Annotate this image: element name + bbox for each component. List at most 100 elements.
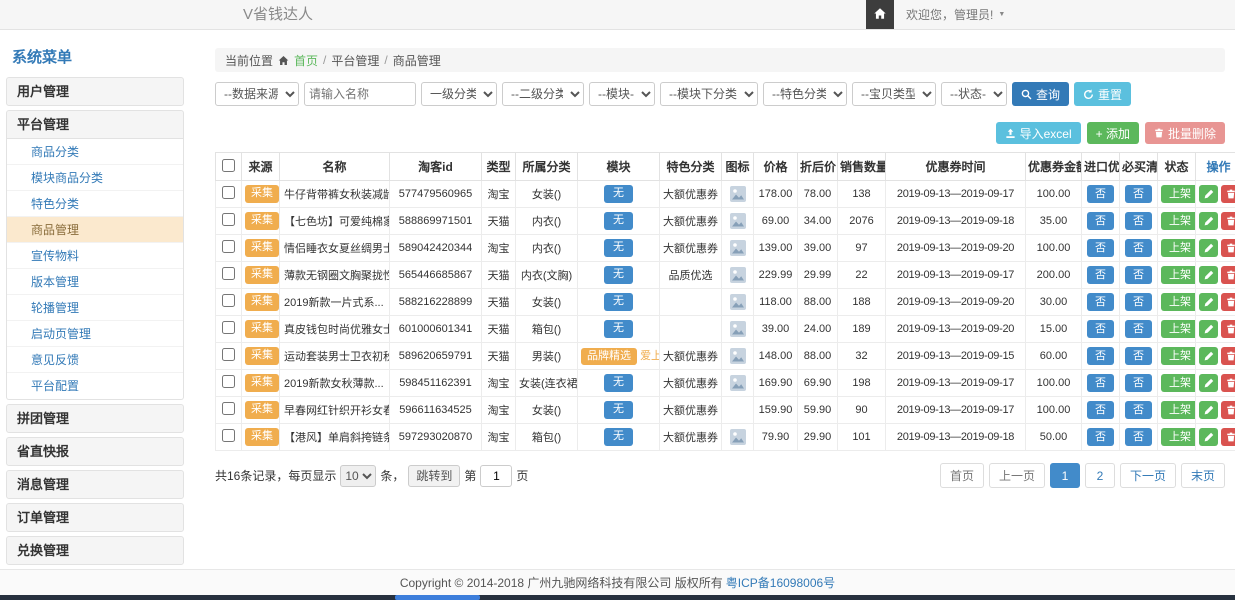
delete-button[interactable] (1221, 320, 1235, 338)
sidebar-group-platform-management[interactable]: 平台管理 (6, 110, 184, 139)
sidebar-item-version-management[interactable]: 版本管理 (7, 269, 183, 295)
next-page-button[interactable]: 下一页 (1120, 463, 1176, 488)
status-toggle[interactable]: 上架 (1161, 401, 1196, 419)
sidebar-item-product-management[interactable]: 商品管理 (7, 217, 183, 243)
page-1-button[interactable]: 1 (1050, 463, 1080, 488)
delete-button[interactable] (1221, 266, 1235, 284)
sidebar-group-exchange-management[interactable]: 兑换管理 (6, 536, 184, 565)
edit-button[interactable] (1199, 428, 1218, 446)
sidebar-group-user-management[interactable]: 用户管理 (6, 77, 184, 106)
icp-link[interactable]: 粤ICP备16098006号 (726, 574, 835, 591)
data-source-filter[interactable]: --数据来源-- (215, 82, 299, 106)
sidebar-item-platform-config[interactable]: 平台配置 (7, 373, 183, 399)
import-excel-button[interactable]: 导入excel (996, 122, 1081, 144)
row-checkbox[interactable] (222, 267, 235, 280)
import-select-toggle[interactable]: 否 (1087, 239, 1114, 257)
item-type-filter[interactable]: --宝贝类型-- (852, 82, 936, 106)
delete-button[interactable] (1221, 293, 1235, 311)
must-buy-toggle[interactable]: 否 (1125, 428, 1152, 446)
sidebar-group-message-management[interactable]: 消息管理 (6, 470, 184, 499)
status-toggle[interactable]: 上架 (1161, 239, 1196, 257)
edit-button[interactable] (1199, 401, 1218, 419)
delete-button[interactable] (1221, 374, 1235, 392)
import-select-toggle[interactable]: 否 (1087, 320, 1114, 338)
select-all-checkbox[interactable] (222, 159, 235, 172)
breadcrumb-home-link[interactable]: 首页 (294, 52, 318, 69)
import-select-toggle[interactable]: 否 (1087, 347, 1114, 365)
status-toggle[interactable]: 上架 (1161, 185, 1196, 203)
status-toggle[interactable]: 上架 (1161, 428, 1196, 446)
import-select-toggle[interactable]: 否 (1087, 401, 1114, 419)
status-toggle[interactable]: 上架 (1161, 212, 1196, 230)
status-filter[interactable]: --状态-- (941, 82, 1007, 106)
home-button[interactable] (866, 0, 894, 29)
edit-button[interactable] (1199, 185, 1218, 203)
sidebar-item-splash-page-management[interactable]: 启动页管理 (7, 321, 183, 347)
delete-button[interactable] (1221, 212, 1235, 230)
delete-button[interactable] (1221, 401, 1235, 419)
scrollbar-thumb[interactable] (395, 595, 480, 600)
sidebar-item-product-category[interactable]: 商品分类 (7, 139, 183, 165)
row-checkbox[interactable] (222, 402, 235, 415)
status-toggle[interactable]: 上架 (1161, 374, 1196, 392)
name-input[interactable] (304, 82, 416, 106)
module-sub-category-filter[interactable]: --模块下分类-- (660, 82, 758, 106)
featured-category-filter[interactable]: --特色分类-- (763, 82, 847, 106)
sidebar-item-feedback[interactable]: 意见反馈 (7, 347, 183, 373)
sidebar-group-group-buy-management[interactable]: 拼团管理 (6, 404, 184, 433)
jump-button[interactable]: 跳转到 (408, 465, 460, 487)
sidebar-item-carousel-management[interactable]: 轮播管理 (7, 295, 183, 321)
sidebar-item-module-product-category[interactable]: 模块商品分类 (7, 165, 183, 191)
edit-button[interactable] (1199, 293, 1218, 311)
import-select-toggle[interactable]: 否 (1087, 428, 1114, 446)
must-buy-toggle[interactable]: 否 (1125, 320, 1152, 338)
edit-button[interactable] (1199, 374, 1218, 392)
must-buy-toggle[interactable]: 否 (1125, 374, 1152, 392)
last-page-button[interactable]: 末页 (1181, 463, 1225, 488)
import-select-toggle[interactable]: 否 (1087, 374, 1114, 392)
status-toggle[interactable]: 上架 (1161, 293, 1196, 311)
row-checkbox[interactable] (222, 186, 235, 199)
status-toggle[interactable]: 上架 (1161, 320, 1196, 338)
row-checkbox[interactable] (222, 294, 235, 307)
add-button[interactable]: + 添加 (1087, 122, 1139, 144)
edit-button[interactable] (1199, 347, 1218, 365)
level1-category-filter[interactable]: 一级分类 (421, 82, 497, 106)
reset-button[interactable]: 重置 (1074, 82, 1131, 106)
import-select-toggle[interactable]: 否 (1087, 266, 1114, 284)
import-select-toggle[interactable]: 否 (1087, 212, 1114, 230)
level2-category-filter[interactable]: --二级分类-- (502, 82, 584, 106)
prev-page-button[interactable]: 上一页 (989, 463, 1045, 488)
must-buy-toggle[interactable]: 否 (1125, 212, 1152, 230)
page-number-input[interactable] (480, 465, 512, 487)
must-buy-toggle[interactable]: 否 (1125, 293, 1152, 311)
row-checkbox[interactable] (222, 213, 235, 226)
delete-button[interactable] (1221, 239, 1235, 257)
module-filter[interactable]: --模块-- (589, 82, 655, 106)
row-checkbox[interactable] (222, 348, 235, 361)
must-buy-toggle[interactable]: 否 (1125, 266, 1152, 284)
sidebar-item-featured-category[interactable]: 特色分类 (7, 191, 183, 217)
import-select-toggle[interactable]: 否 (1087, 185, 1114, 203)
must-buy-toggle[interactable]: 否 (1125, 185, 1152, 203)
must-buy-toggle[interactable]: 否 (1125, 347, 1152, 365)
per-page-select[interactable]: 10 (340, 465, 376, 487)
must-buy-toggle[interactable]: 否 (1125, 239, 1152, 257)
must-buy-toggle[interactable]: 否 (1125, 401, 1152, 419)
horizontal-scrollbar[interactable] (0, 595, 1235, 600)
delete-button[interactable] (1221, 347, 1235, 365)
batch-delete-button[interactable]: 批量删除 (1145, 122, 1225, 144)
edit-button[interactable] (1199, 239, 1218, 257)
row-checkbox[interactable] (222, 321, 235, 334)
breadcrumb-item-platform-management[interactable]: 平台管理 (331, 52, 379, 69)
sidebar-group-order-management[interactable]: 订单管理 (6, 503, 184, 532)
page-2-button[interactable]: 2 (1085, 463, 1115, 488)
edit-button[interactable] (1199, 212, 1218, 230)
sidebar-group-express-news[interactable]: 省直快报 (6, 437, 184, 466)
delete-button[interactable] (1221, 185, 1235, 203)
user-dropdown[interactable]: 欢迎您，管理员! ▼ (894, 0, 1017, 29)
edit-button[interactable] (1199, 320, 1218, 338)
row-checkbox[interactable] (222, 240, 235, 253)
import-select-toggle[interactable]: 否 (1087, 293, 1114, 311)
edit-button[interactable] (1199, 266, 1218, 284)
